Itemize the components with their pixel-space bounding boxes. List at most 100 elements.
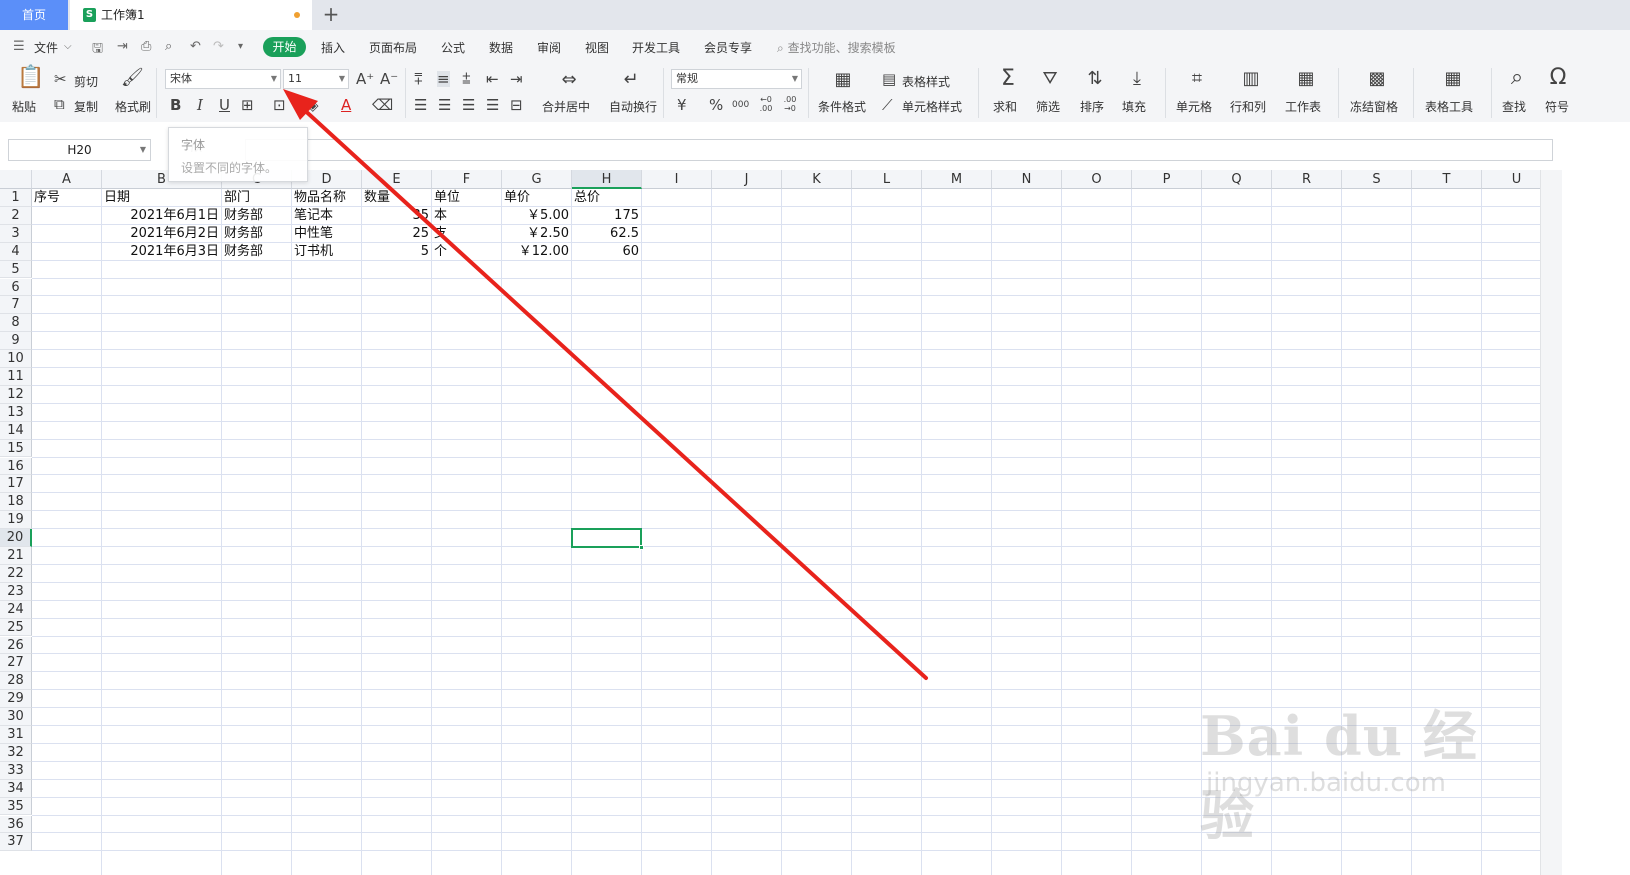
header-cell[interactable]: 单位 (432, 189, 502, 206)
row-header-34[interactable]: 34 (0, 779, 32, 798)
column-header-O[interactable]: O (1062, 170, 1132, 189)
column-header-T[interactable]: T (1412, 170, 1482, 189)
copy-icon[interactable]: ⧉ (54, 96, 65, 112)
percent-button[interactable]: % (709, 97, 723, 113)
menu-formula[interactable]: 公式 (441, 39, 465, 56)
row-header-13[interactable]: 13 (0, 403, 32, 422)
export-icon[interactable]: ⇥ (117, 39, 128, 54)
align-center-icon[interactable]: ☰ (438, 97, 451, 113)
indent-increase-icon[interactable]: ⇥ (510, 71, 523, 87)
find-icon[interactable]: ⌕ (1505, 67, 1529, 89)
menu-developer[interactable]: 开发工具 (632, 39, 680, 56)
row-header-27[interactable]: 27 (0, 654, 32, 673)
align-bottom-icon[interactable]: ⩲ (462, 71, 471, 87)
search-function[interactable]: ⌕ 查找功能、搜索模板 (777, 39, 896, 56)
freeze-icon[interactable]: ▩ (1366, 69, 1388, 89)
row-header-29[interactable]: 29 (0, 690, 32, 709)
row-col-button[interactable]: 行和列 (1230, 98, 1266, 115)
italic-button[interactable]: I (197, 97, 203, 113)
active-cell-cursor[interactable] (571, 528, 644, 550)
column-header-K[interactable]: K (782, 170, 852, 189)
row-header-26[interactable]: 26 (0, 636, 32, 655)
table-tools-icon[interactable]: ▦ (1442, 69, 1464, 89)
cut-button[interactable]: 剪切 (74, 73, 98, 90)
menu-member[interactable]: 会员专享 (704, 39, 752, 56)
merge-icon[interactable]: ⇔ (558, 70, 580, 90)
column-header-H[interactable]: H (572, 170, 642, 189)
font-name-select[interactable]: 宋体 ▼ (165, 69, 281, 89)
header-cell[interactable]: 物品名称 (292, 189, 362, 206)
sort-icon[interactable]: ⇅ (1084, 69, 1106, 89)
vertical-scrollbar[interactable] (1540, 170, 1562, 875)
filter-icon[interactable]: ⛛ (1039, 69, 1061, 89)
menu-review[interactable]: 审阅 (537, 39, 561, 56)
strikethrough-icon[interactable]: ⊡ (273, 97, 286, 113)
align-left-icon[interactable]: ☰ (414, 97, 427, 113)
cell-icon[interactable]: ⌗ (1186, 69, 1208, 89)
row-header-24[interactable]: 24 (0, 600, 32, 619)
row-header-19[interactable]: 19 (0, 511, 32, 530)
row-header-14[interactable]: 14 (0, 421, 32, 440)
align-right-icon[interactable]: ☰ (462, 97, 475, 113)
data-cell[interactable]: 60 (572, 243, 642, 260)
print-preview-icon[interactable]: ⌕ (165, 39, 172, 54)
row-header-1[interactable]: 1 (0, 189, 32, 207)
wrap-icon[interactable]: ↵ (620, 70, 642, 90)
column-header-Q[interactable]: Q (1202, 170, 1272, 189)
column-header-E[interactable]: E (362, 170, 432, 189)
freeze-button[interactable]: 冻结窗格 (1350, 98, 1398, 115)
data-cell[interactable]: 支 (432, 225, 502, 242)
column-header-F[interactable]: F (432, 170, 502, 189)
new-tab-button[interactable]: + (320, 0, 342, 30)
column-header-M[interactable]: M (922, 170, 992, 189)
row-header-17[interactable]: 17 (0, 475, 32, 494)
data-cell[interactable]: 2021年6月1日 (102, 207, 222, 224)
symbol-button[interactable]: 符号 (1545, 98, 1569, 115)
row-header-30[interactable]: 30 (0, 708, 32, 726)
font-shrink-icon[interactable]: A⁻ (380, 71, 398, 87)
conditional-format-button[interactable]: 条件格式 (818, 98, 866, 115)
font-grow-icon[interactable]: A⁺ (356, 71, 374, 87)
format-painter-button[interactable]: 格式刷 (115, 98, 151, 115)
copy-button[interactable]: 复制 (74, 98, 98, 115)
row-header-35[interactable]: 35 (0, 797, 32, 816)
table-style-button[interactable]: 表格样式 (902, 73, 950, 90)
row-header-6[interactable]: 6 (0, 278, 32, 297)
row-header-31[interactable]: 31 (0, 726, 32, 744)
data-cell[interactable]: 35 (362, 207, 432, 224)
paste-button[interactable]: 粘贴 (12, 98, 36, 115)
cell-style-button[interactable]: 单元格样式 (902, 98, 962, 115)
fill-color-icon[interactable]: ◈ (307, 97, 319, 113)
row-header-32[interactable]: 32 (0, 743, 32, 762)
filter-button[interactable]: 筛选 (1036, 98, 1060, 115)
column-header-G[interactable]: G (502, 170, 572, 189)
row-header-21[interactable]: 21 (0, 547, 32, 565)
formula-input[interactable] (245, 139, 1553, 161)
border-icon[interactable]: ⊞ (241, 97, 254, 113)
print-icon[interactable]: ⎙ (141, 39, 151, 54)
column-header-L[interactable]: L (852, 170, 922, 189)
hamburger-icon[interactable]: ☰ (13, 39, 25, 54)
column-header-A[interactable]: A (32, 170, 102, 189)
wrap-button[interactable]: 自动换行 (609, 98, 657, 115)
decimal-decrease-button[interactable]: .00 →0 (781, 95, 799, 113)
decimal-increase-button[interactable]: ←0 .00 (757, 95, 775, 113)
distribute-icon[interactable]: ⊟ (510, 97, 523, 113)
menu-file[interactable]: 文件 (34, 39, 58, 56)
table-tools-button[interactable]: 表格工具 (1425, 98, 1473, 115)
bold-button[interactable]: B (170, 97, 181, 113)
row-header-8[interactable]: 8 (0, 314, 32, 333)
select-all-corner[interactable] (0, 170, 32, 189)
row-header-18[interactable]: 18 (0, 493, 32, 512)
column-header-N[interactable]: N (992, 170, 1062, 189)
row-header-9[interactable]: 9 (0, 332, 32, 351)
row-header-20[interactable]: 20 (0, 529, 32, 547)
header-cell[interactable]: 数量 (362, 189, 432, 206)
header-cell[interactable]: 部门 (222, 189, 292, 206)
row-header-28[interactable]: 28 (0, 672, 32, 691)
redo-icon[interactable]: ↷ (213, 39, 224, 54)
eraser-icon[interactable]: ⌫ (372, 97, 393, 113)
row-header-36[interactable]: 36 (0, 815, 32, 834)
row-header-2[interactable]: 2 (0, 206, 32, 225)
data-cell[interactable]: 中性笔 (292, 225, 362, 242)
